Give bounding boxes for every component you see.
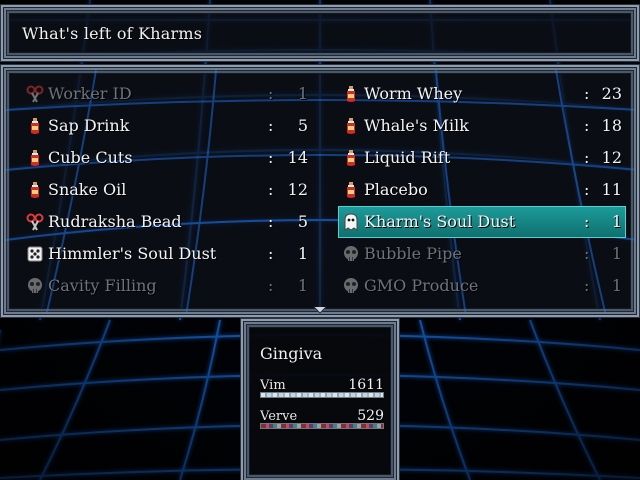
item-name: Sap Drink (48, 116, 130, 135)
skull-icon (342, 245, 360, 263)
bottle-icon (342, 149, 360, 167)
scissors-icon (26, 85, 44, 103)
inventory-item[interactable]: Placebo:11 (338, 174, 626, 206)
inventory-item[interactable]: Bubble Pipe: 1 (338, 238, 626, 270)
item-colon: : (268, 180, 274, 199)
item-colon: : (584, 212, 590, 231)
bottle-icon (342, 85, 360, 103)
item-colon: : (268, 276, 274, 295)
ghost-icon (342, 213, 360, 231)
inventory-item[interactable]: Cube Cuts:14 (22, 142, 314, 174)
item-colon: : (268, 148, 274, 167)
item-quantity: 1 (611, 212, 622, 231)
verve-bar-fill (261, 424, 383, 428)
item-colon: : (584, 244, 590, 263)
item-quantity: 11 (601, 180, 622, 199)
item-name: Liquid Rift (364, 148, 451, 167)
verve-label: Verve (260, 409, 298, 424)
item-colon: : (584, 276, 590, 295)
item-colon: : (268, 212, 274, 231)
item-quantity: 1 (297, 84, 308, 103)
item-name: Cavity Filling (48, 276, 157, 295)
scroll-down-arrow-icon[interactable] (313, 306, 327, 314)
skull-icon (26, 277, 44, 295)
item-quantity: 1 (297, 276, 308, 295)
verve-bar (260, 423, 384, 429)
item-colon: : (584, 116, 590, 135)
vim-gauge: Vim 1611 (260, 377, 384, 402)
inventory-item[interactable]: Himmler's Soul Dust: 1 (22, 238, 314, 270)
inventory-item[interactable]: Kharm's Soul Dust: 1 (338, 206, 626, 238)
scissors-icon (26, 213, 44, 231)
item-name: Worker ID (48, 84, 132, 103)
item-name: GMO Produce (364, 276, 479, 295)
item-colon: : (268, 84, 274, 103)
inventory-item[interactable]: Liquid Rift:12 (338, 142, 626, 174)
item-quantity: 5 (297, 116, 308, 135)
item-name: Kharm's Soul Dust (364, 212, 516, 231)
item-quantity: 23 (601, 84, 622, 103)
inventory-item[interactable]: Cavity Filling: 1 (22, 270, 314, 302)
inventory-item[interactable]: Rudraksha Bead: 5 (22, 206, 314, 238)
vim-label: Vim (260, 378, 286, 393)
item-colon: : (584, 180, 590, 199)
inventory-item[interactable]: Worker ID: 1 (22, 78, 314, 110)
item-name: Worm Whey (364, 84, 463, 103)
item-colon: : (584, 148, 590, 167)
bottle-icon (26, 117, 44, 135)
item-name: Bubble Pipe (364, 244, 462, 263)
item-colon: : (584, 84, 590, 103)
inventory-item[interactable]: Worm Whey:23 (338, 78, 626, 110)
item-name: Placebo (364, 180, 428, 199)
inventory-item[interactable]: Snake Oil:12 (22, 174, 314, 206)
skull-icon (342, 277, 360, 295)
actor-status-window: Gingiva Vim 1611 Verve 529 (244, 322, 396, 480)
bottle-icon (342, 117, 360, 135)
item-quantity: 1 (297, 244, 308, 263)
vim-value: 1611 (348, 377, 384, 393)
item-quantity: 14 (287, 148, 308, 167)
item-quantity: 1 (611, 276, 622, 295)
bottle-icon (342, 181, 360, 199)
item-name: Rudraksha Bead (48, 212, 182, 231)
bottle-icon (26, 181, 44, 199)
item-colon: : (268, 244, 274, 263)
dice-icon (26, 245, 44, 263)
inventory-item[interactable]: Whale's Milk:18 (338, 110, 626, 142)
item-quantity: 5 (297, 212, 308, 231)
item-name: Himmler's Soul Dust (48, 244, 217, 263)
verve-value: 529 (357, 408, 384, 424)
item-name: Snake Oil (48, 180, 127, 199)
item-quantity: 12 (601, 148, 622, 167)
inventory-item[interactable]: Sap Drink: 5 (22, 110, 314, 142)
verve-gauge: Verve 529 (260, 408, 384, 433)
window-title: What's left of Kharms (22, 24, 203, 43)
item-quantity: 12 (287, 180, 308, 199)
item-list-window: Worker ID:1 Sap Drink:5 Cube Cuts:14 Snake … (4, 68, 636, 314)
title-window: What's left of Kharms (4, 8, 636, 58)
vim-bar-fill (261, 393, 383, 397)
vim-bar (260, 392, 384, 398)
bottle-icon (26, 149, 44, 167)
item-quantity: 18 (601, 116, 622, 135)
item-name: Cube Cuts (48, 148, 133, 167)
item-name: Whale's Milk (364, 116, 469, 135)
item-colon: : (268, 116, 274, 135)
item-quantity: 1 (611, 244, 622, 263)
inventory-item[interactable]: GMO Produce: 1 (338, 270, 626, 302)
actor-name: Gingiva (260, 344, 323, 363)
